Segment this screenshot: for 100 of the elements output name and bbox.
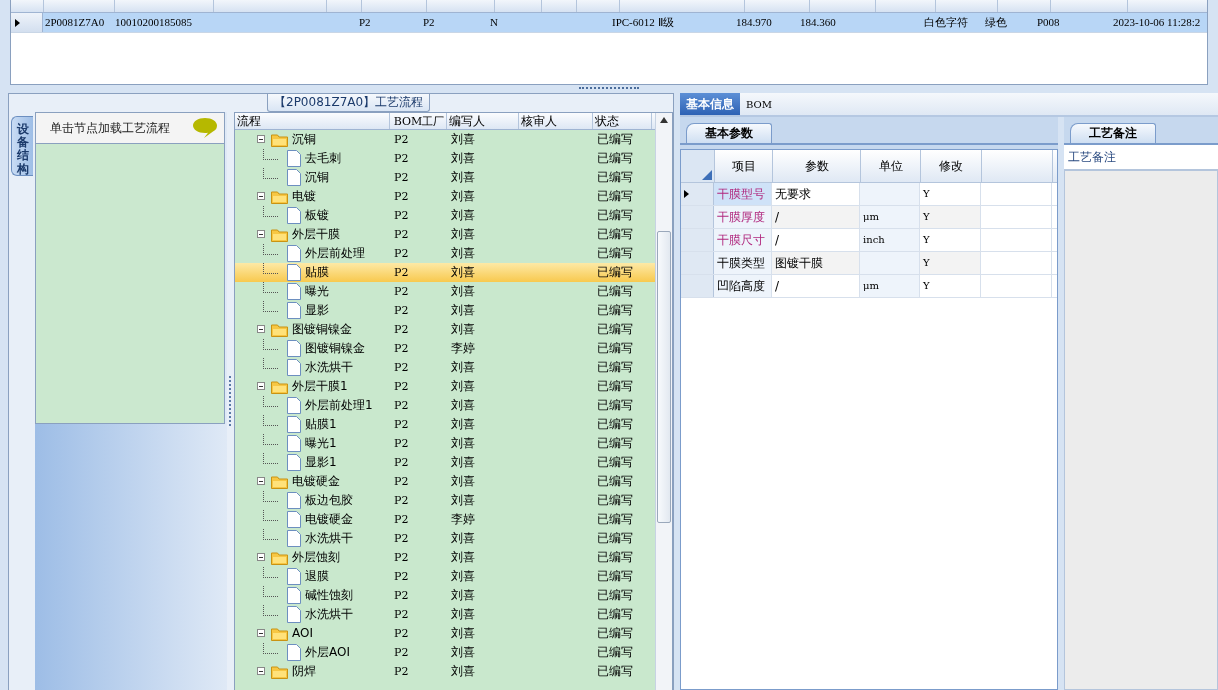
document-icon <box>287 511 301 528</box>
column-header[interactable]: 状态 <box>595 114 619 128</box>
table-cell: IPC-6012 Ⅱ级 <box>612 16 674 28</box>
tree-row[interactable]: 外层干膜1 P2 刘喜 已编写 <box>235 377 655 396</box>
side-tab[interactable]: 设备结构 <box>11 116 33 176</box>
tree-row[interactable]: 外层干膜 P2 刘喜 已编写 <box>235 225 655 244</box>
table-cell-text: P2 <box>394 360 409 376</box>
scroll-up-icon[interactable] <box>660 117 668 123</box>
collapse-toggle[interactable] <box>257 230 265 238</box>
tree-row[interactable]: 水洗烘干 P2 刘喜 已编写 <box>235 605 655 624</box>
tree-row[interactable]: 外层前处理 P2 刘喜 已编写 <box>235 244 655 263</box>
tree-node-label: 图镀铜镍金 <box>292 321 352 338</box>
tree-row[interactable]: 曝光 P2 刘喜 已编写 <box>235 282 655 301</box>
table-cell: 2P0081Z7A0 <box>45 16 105 28</box>
tab[interactable]: 工艺备注 <box>1070 123 1156 143</box>
table-cell-text: P2 <box>394 626 409 642</box>
column-header[interactable]: BOM工厂 <box>393 114 445 128</box>
tree-row[interactable]: 图镀铜镍金 P2 刘喜 已编写 <box>235 320 655 339</box>
table-cell-text: 已编写 <box>597 207 633 224</box>
splitter-grip[interactable] <box>228 376 233 426</box>
column-header[interactable]: 修改 <box>939 159 963 173</box>
tree-node-label: 图镀铜镍金 <box>305 340 365 357</box>
collapse-toggle[interactable] <box>257 667 265 675</box>
tree-row[interactable]: 板边包胶 P2 刘喜 已编写 <box>235 491 655 510</box>
tree-node-label: 显影1 <box>305 454 337 471</box>
parameter-row[interactable]: 干膜类型 图镀干膜 Y <box>681 252 1057 275</box>
parameter-row[interactable]: 干膜型号 无要求 Y <box>681 183 1057 206</box>
tree-row[interactable]: 电镀硬金 P2 李婷 已编写 <box>235 510 655 529</box>
tree-row[interactable]: 碱性蚀刻 P2 刘喜 已编写 <box>235 586 655 605</box>
tab[interactable]: 基本参数 <box>686 123 772 143</box>
collapse-toggle[interactable] <box>257 325 265 333</box>
table-cell-text: P2 <box>394 189 409 205</box>
tree-node-label: 外层前处理 <box>305 245 365 262</box>
table-cell: P008 <box>1037 16 1060 28</box>
column-header[interactable]: 核审人 <box>521 114 557 128</box>
collapse-toggle[interactable] <box>257 629 265 637</box>
table-cell-text: 刘喜 <box>451 397 475 414</box>
tree-row[interactable]: 电镀硬金 P2 刘喜 已编写 <box>235 472 655 491</box>
tree-row[interactable]: 外层蚀刻 P2 刘喜 已编写 <box>235 548 655 567</box>
tree-row[interactable]: 阴焊 P2 刘喜 已编写 <box>235 662 655 681</box>
tree-row[interactable]: 曝光1 P2 刘喜 已编写 <box>235 434 655 453</box>
collapse-toggle[interactable] <box>257 192 265 200</box>
table-cell: 184.970 <box>736 16 772 28</box>
table-cell-text: 已编写 <box>597 416 633 433</box>
collapse-toggle[interactable] <box>257 477 265 485</box>
tree-row[interactable]: 电镀 P2 刘喜 已编写 <box>235 187 655 206</box>
parameter-row[interactable]: 凹陷高度 / μm Y <box>681 275 1057 298</box>
column-header[interactable]: 流程 <box>237 114 261 128</box>
table-cell: 白色字符 <box>924 16 968 28</box>
tree-row[interactable]: 外层前处理1 P2 刘喜 已编写 <box>235 396 655 415</box>
column-header[interactable]: 单位 <box>878 159 903 173</box>
tree-row[interactable]: 贴膜1 P2 刘喜 已编写 <box>235 415 655 434</box>
table-cell: 干膜型号 <box>717 187 765 201</box>
record-row[interactable]: 2P0081Z7A0 10010200185085 P2 P2 N IPC-6012 Ⅱ级 184.970 184.360 白色字符 绿色 P008 2023-10-06 11:28:2 <box>11 13 1207 33</box>
tree-row[interactable]: 贴膜 P2 刘喜 已编写 <box>235 263 655 282</box>
tree-row[interactable]: 沉铜 P2 刘喜 已编写 <box>235 168 655 187</box>
tree-node-label: 电镀硬金 <box>305 511 353 528</box>
table-cell-text: 已编写 <box>597 435 633 452</box>
parameter-row[interactable]: 干膜尺寸 / inch Y <box>681 229 1057 252</box>
corner-triangle-icon <box>702 170 712 180</box>
tree-row[interactable]: 外层AOI P2 刘喜 已编写 <box>235 643 655 662</box>
table-cell: / <box>775 233 780 247</box>
tree-row[interactable]: 显影 P2 刘喜 已编写 <box>235 301 655 320</box>
tree-row[interactable]: 水洗烘干 P2 刘喜 已编写 <box>235 358 655 377</box>
table-cell-text: 已编写 <box>597 473 633 490</box>
document-icon <box>287 530 301 547</box>
folder-icon <box>271 664 288 679</box>
column-header[interactable]: 参数 <box>804 159 829 173</box>
collapse-toggle[interactable] <box>257 553 265 561</box>
collapse-toggle[interactable] <box>257 135 265 143</box>
table-cell: 10010200185085 <box>115 16 192 28</box>
tree-node-label: 贴膜1 <box>305 416 337 433</box>
collapse-toggle[interactable] <box>257 382 265 390</box>
tree-node-label: 水洗烘干 <box>305 606 353 623</box>
table-cell: P2 <box>423 16 435 28</box>
tab[interactable]: 基本信息 <box>680 93 740 115</box>
tree-node-label: 阴焊 <box>292 663 316 680</box>
table-cell-text: 刘喜 <box>451 568 475 585</box>
tree-row[interactable]: 图镀铜镍金 P2 李婷 已编写 <box>235 339 655 358</box>
tree-row[interactable]: AOI P2 刘喜 已编写 <box>235 624 655 643</box>
table-cell-text: 已编写 <box>597 549 633 566</box>
tree-row[interactable]: 显影1 P2 刘喜 已编写 <box>235 453 655 472</box>
column-header[interactable]: 项目 <box>731 159 756 173</box>
tree-node-label: 水洗烘干 <box>305 359 353 376</box>
tree-row[interactable]: 退膜 P2 刘喜 已编写 <box>235 567 655 586</box>
tree-node-label: 外层蚀刻 <box>292 549 340 566</box>
table-cell-text: P2 <box>394 645 409 661</box>
tree-row[interactable]: 沉铜 P2 刘喜 已编写 <box>235 130 655 149</box>
tree-row[interactable]: 水洗烘干 P2 刘喜 已编写 <box>235 529 655 548</box>
tab[interactable]: BOM <box>740 93 778 115</box>
table-cell-text: P2 <box>394 322 409 338</box>
tree-row[interactable]: 去毛刺 P2 刘喜 已编写 <box>235 149 655 168</box>
table-cell-text: P2 <box>394 664 409 680</box>
table-cell-text: 刘喜 <box>451 549 475 566</box>
scrollbar[interactable] <box>655 113 672 690</box>
parameter-row[interactable]: 干膜厚度 / μm Y <box>681 206 1057 229</box>
column-header[interactable]: 编写人 <box>449 114 485 128</box>
tree-row[interactable]: 板镀 P2 刘喜 已编写 <box>235 206 655 225</box>
document-icon <box>287 416 301 433</box>
splitter-grip[interactable] <box>579 86 639 92</box>
